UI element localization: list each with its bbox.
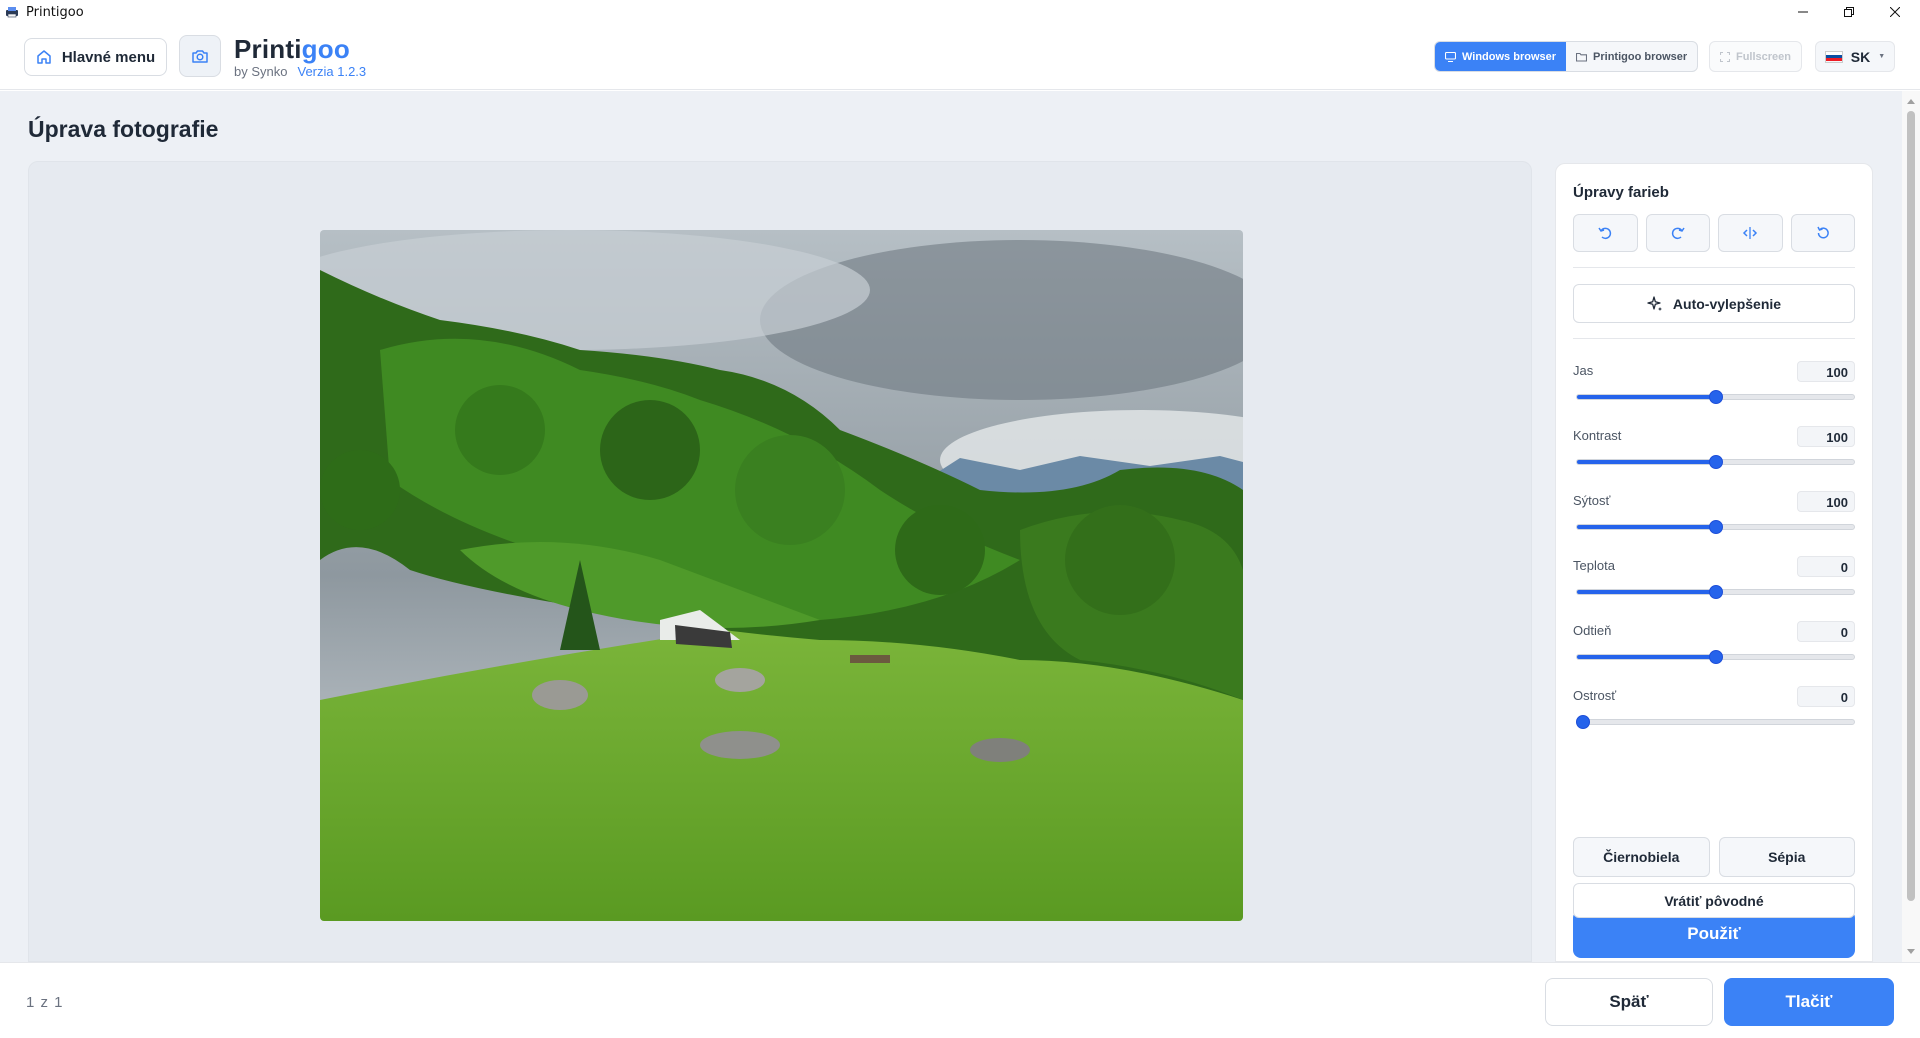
slider-fill bbox=[1577, 460, 1716, 464]
home-icon bbox=[37, 50, 51, 64]
brand-name: Printigoo bbox=[234, 35, 366, 63]
slider-thumb[interactable] bbox=[1708, 585, 1723, 599]
color-adjustments-panel: Úpravy farieb Auto-vylepšenie Jas 100 Ko… bbox=[1555, 163, 1873, 962]
printigoo-browser-label: Printigoo browser bbox=[1593, 50, 1688, 63]
print-button[interactable]: Tlačiť bbox=[1724, 978, 1894, 1026]
language-label: SK bbox=[1850, 48, 1871, 65]
brand-by: by Synko bbox=[234, 64, 288, 79]
grayscale-button[interactable]: Čiernobiela bbox=[1573, 837, 1710, 877]
app-icon bbox=[5, 6, 19, 18]
slider-fill bbox=[1577, 590, 1716, 594]
slider-label: Teplota bbox=[1573, 558, 1615, 573]
home-menu-button[interactable]: Hlavné menu bbox=[24, 38, 167, 76]
divider bbox=[1573, 267, 1855, 268]
slider-value-input[interactable]: 0 bbox=[1797, 686, 1855, 707]
slider-brightness: Jas 100 bbox=[1573, 361, 1855, 413]
minimize-icon bbox=[1798, 11, 1808, 13]
windows-browser-label: Windows browser bbox=[1462, 50, 1557, 63]
sepia-button[interactable]: Sépia bbox=[1718, 837, 1855, 877]
reset-transform-button[interactable] bbox=[1790, 214, 1855, 252]
home-menu-label: Hlavné menu bbox=[61, 48, 156, 66]
slider-thumb[interactable] bbox=[1708, 520, 1723, 534]
close-icon bbox=[1890, 7, 1900, 17]
slider-fill bbox=[1577, 395, 1716, 399]
close-button[interactable] bbox=[1872, 0, 1918, 24]
restore-icon bbox=[1844, 7, 1854, 17]
brand-name-accent: goo bbox=[301, 34, 350, 64]
slider-hue: Odtieň 0 bbox=[1573, 621, 1855, 673]
camera-button[interactable] bbox=[179, 35, 221, 77]
sparkle-icon bbox=[1647, 295, 1662, 311]
slider-fill bbox=[1577, 525, 1716, 529]
rotate-left-icon bbox=[1598, 227, 1612, 240]
slider-contrast: Kontrast 100 bbox=[1573, 426, 1855, 478]
flip-horizontal-icon bbox=[1743, 227, 1758, 239]
folder-icon bbox=[1576, 52, 1588, 62]
monitor-icon bbox=[1445, 51, 1456, 62]
slider-value-input[interactable]: 100 bbox=[1797, 491, 1855, 512]
slider-value-input[interactable]: 100 bbox=[1797, 361, 1855, 382]
slider-thumb[interactable] bbox=[1708, 455, 1723, 469]
vertical-scrollbar[interactable] bbox=[1902, 91, 1920, 962]
flag-sk-icon bbox=[1824, 50, 1843, 63]
scroll-down-icon[interactable] bbox=[1907, 949, 1915, 954]
main-content: Úprava fotografie Úpravy farieb Auto-vyl… bbox=[0, 91, 1902, 962]
transform-toolbar bbox=[1573, 214, 1855, 252]
landscape-photo-image bbox=[320, 230, 1243, 921]
fullscreen-label: Fullscreen bbox=[1735, 50, 1792, 63]
rotate-right-icon bbox=[1671, 227, 1685, 240]
language-select[interactable]: SK ▼ bbox=[1815, 41, 1895, 72]
slider-thumb[interactable] bbox=[1708, 390, 1723, 404]
auto-enhance-label: Auto-vylepšenie bbox=[1672, 295, 1782, 312]
printigoo-browser-button[interactable]: Printigoo browser bbox=[1566, 42, 1697, 71]
flip-horizontal-button[interactable] bbox=[1718, 214, 1783, 252]
rotate-left-button[interactable] bbox=[1573, 214, 1638, 252]
slider-thumb[interactable] bbox=[1576, 715, 1590, 729]
windows-browser-button[interactable]: Windows browser bbox=[1435, 42, 1567, 71]
photo-preview bbox=[320, 230, 1243, 921]
back-button[interactable]: Späť bbox=[1545, 978, 1713, 1026]
slider-value-input[interactable]: 100 bbox=[1797, 426, 1855, 447]
app-header: Hlavné menu Printigoo by Synko Verzia 1.… bbox=[0, 24, 1920, 90]
page-title: Úprava fotografie bbox=[28, 116, 219, 142]
rotate-right-button[interactable] bbox=[1645, 214, 1710, 252]
slider-track[interactable] bbox=[1576, 719, 1855, 725]
slider-saturation: Sýtosť 100 bbox=[1573, 491, 1855, 543]
camera-icon bbox=[192, 50, 208, 63]
brand-name-prefix: Printi bbox=[234, 34, 302, 64]
scroll-up-icon[interactable] bbox=[1907, 99, 1915, 104]
effects-row: Čiernobiela Sépia bbox=[1573, 837, 1855, 877]
page-counter: 1 z 1 bbox=[26, 994, 64, 1011]
slider-value-input[interactable]: 0 bbox=[1797, 556, 1855, 577]
minimize-button[interactable] bbox=[1780, 0, 1826, 24]
slider-value-input[interactable]: 0 bbox=[1797, 621, 1855, 642]
window-titlebar: Printigoo bbox=[0, 0, 1920, 24]
version-label: Verzia 1.2.3 bbox=[297, 64, 367, 79]
slider-label: Jas bbox=[1573, 363, 1594, 378]
chevron-down-icon: ▼ bbox=[1878, 53, 1886, 60]
auto-enhance-button[interactable]: Auto-vylepšenie bbox=[1573, 284, 1855, 323]
fullscreen-button[interactable]: Fullscreen bbox=[1709, 41, 1802, 72]
fullscreen-icon bbox=[1719, 51, 1730, 62]
slider-thumb[interactable] bbox=[1708, 650, 1723, 664]
slider-label: Sýtosť bbox=[1573, 493, 1611, 508]
image-canvas bbox=[28, 161, 1532, 962]
panel-title: Úpravy farieb bbox=[1573, 184, 1669, 201]
window-title: Printigoo bbox=[26, 4, 84, 20]
slider-temperature: Teplota 0 bbox=[1573, 556, 1855, 608]
brand: Printigoo by Synko Verzia 1.2.3 bbox=[234, 35, 366, 79]
view-mode-toggle: Windows browser Printigoo browser bbox=[1434, 41, 1699, 72]
footer-bar: 1 z 1 Späť Tlačiť bbox=[0, 962, 1920, 1038]
divider bbox=[1573, 338, 1855, 339]
slider-label: Kontrast bbox=[1573, 428, 1622, 443]
reset-icon bbox=[1817, 226, 1829, 239]
slider-label: Ostrosť bbox=[1573, 688, 1617, 703]
brand-subtitle: by Synko Verzia 1.2.3 bbox=[234, 64, 366, 79]
revert-original-button[interactable]: Vrátiť pôvodné bbox=[1573, 883, 1855, 918]
restore-button[interactable] bbox=[1826, 0, 1872, 24]
slider-fill bbox=[1577, 655, 1716, 659]
scrollbar-thumb[interactable] bbox=[1907, 111, 1915, 901]
slider-label: Odtieň bbox=[1573, 623, 1612, 638]
slider-sharpness: Ostrosť 0 bbox=[1573, 686, 1855, 738]
